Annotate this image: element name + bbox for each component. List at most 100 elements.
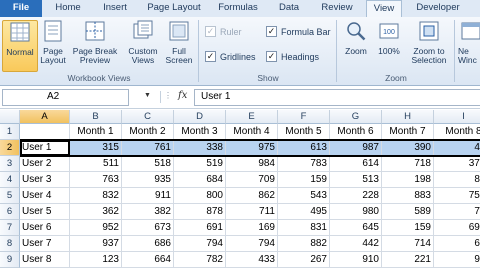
value-cell[interactable]: 123	[70, 252, 122, 268]
value-cell[interactable]: 987	[330, 140, 382, 156]
value-cell[interactable]: 975	[226, 140, 278, 156]
value-cell[interactable]: 911	[122, 188, 174, 204]
value-cell[interactable]: 3737	[434, 156, 480, 172]
tab-review[interactable]: Review	[314, 0, 360, 17]
value-cell[interactable]: 433	[226, 252, 278, 268]
value-cell[interactable]: 382	[122, 204, 174, 220]
value-cell[interactable]: 984	[226, 156, 278, 172]
value-cell[interactable]: 794	[174, 236, 226, 252]
value-cell[interactable]: 645	[330, 220, 382, 236]
month-header-cell[interactable]: Month 1	[70, 124, 122, 140]
formula-bar-checkbox[interactable]: ✓ Formula Bar	[266, 26, 331, 37]
tab-formulas[interactable]: Formulas	[212, 0, 264, 17]
value-cell[interactable]: 338	[174, 140, 226, 156]
normal-view-button[interactable]: Normal	[2, 20, 38, 72]
value-cell[interactable]: 513	[330, 172, 382, 188]
formula-input[interactable]: User 1	[194, 89, 480, 106]
tab-file[interactable]: File	[0, 0, 42, 17]
value-cell[interactable]: 763	[70, 172, 122, 188]
column-header-d[interactable]: D	[174, 110, 226, 124]
cell-a1[interactable]	[20, 124, 70, 140]
month-header-cell[interactable]: Month 2	[122, 124, 174, 140]
headings-checkbox[interactable]: ✓ Headings	[266, 51, 319, 62]
value-cell[interactable]: 709	[226, 172, 278, 188]
column-header-h[interactable]: H	[382, 110, 434, 124]
column-header-g[interactable]: G	[330, 110, 382, 124]
value-cell[interactable]: 362	[70, 204, 122, 220]
value-cell[interactable]: 883	[382, 188, 434, 204]
value-cell[interactable]: 267	[278, 252, 330, 268]
row-header-7[interactable]: 7	[0, 220, 20, 236]
value-cell[interactable]: 6924	[434, 220, 480, 236]
value-cell[interactable]: 714	[382, 236, 434, 252]
column-header-b[interactable]: B	[70, 110, 122, 124]
active-cell-user-name[interactable]: User 1	[20, 140, 70, 156]
user-name-cell[interactable]: User 6	[20, 220, 70, 236]
value-cell[interactable]: 159	[278, 172, 330, 188]
month-header-cell[interactable]: Month 3	[174, 124, 226, 140]
value-cell[interactable]: 980	[330, 204, 382, 220]
month-header-cell[interactable]: Month 5	[278, 124, 330, 140]
value-cell[interactable]: 782	[174, 252, 226, 268]
row-header-3[interactable]: 3	[0, 156, 20, 172]
column-header-e[interactable]: E	[226, 110, 278, 124]
value-cell[interactable]: 686	[122, 236, 174, 252]
name-box-dropdown-icon[interactable]: ▼	[144, 92, 151, 99]
value-cell[interactable]: 935	[122, 172, 174, 188]
value-cell[interactable]: 882	[278, 236, 330, 252]
column-header-c[interactable]: C	[122, 110, 174, 124]
value-cell[interactable]: 518	[122, 156, 174, 172]
value-cell[interactable]: 511	[70, 156, 122, 172]
value-cell[interactable]: 7545	[434, 188, 480, 204]
value-cell[interactable]: 684	[174, 172, 226, 188]
full-screen-button[interactable]: Full Screen	[162, 20, 196, 70]
value-cell[interactable]: 228	[330, 188, 382, 204]
insert-function-icon[interactable]: fx	[178, 90, 187, 101]
month-header-cell[interactable]: Month 8	[434, 124, 480, 140]
row-header-2[interactable]: 2	[0, 140, 20, 156]
user-name-cell[interactable]: User 7	[20, 236, 70, 252]
value-cell[interactable]: 794	[226, 236, 278, 252]
value-cell[interactable]: 664	[122, 252, 174, 268]
value-cell[interactable]: 832	[70, 188, 122, 204]
value-cell[interactable]: 878	[174, 204, 226, 220]
month-header-cell[interactable]: Month 7	[382, 124, 434, 140]
value-cell[interactable]: 159	[382, 220, 434, 236]
page-layout-view-button[interactable]: Page Layout	[38, 20, 68, 70]
zoom-100-button[interactable]: 100 100%	[374, 20, 404, 70]
value-cell[interactable]: 886	[434, 172, 480, 188]
value-cell[interactable]: 673	[122, 220, 174, 236]
value-cell[interactable]: 800	[174, 188, 226, 204]
column-header-i[interactable]: I	[434, 110, 480, 124]
user-name-cell[interactable]: User 8	[20, 252, 70, 268]
value-cell[interactable]: 761	[122, 140, 174, 156]
user-name-cell[interactable]: User 5	[20, 204, 70, 220]
select-all-corner[interactable]	[0, 110, 20, 124]
tab-data[interactable]: Data	[270, 0, 308, 17]
row-header-9[interactable]: 9	[0, 252, 20, 268]
row-header-8[interactable]: 8	[0, 236, 20, 252]
value-cell[interactable]: 315	[70, 140, 122, 156]
new-window-button[interactable]: Ne Winc	[458, 20, 480, 70]
gridlines-checkbox[interactable]: ✓ Gridlines	[205, 51, 256, 62]
value-cell[interactable]: 221	[382, 252, 434, 268]
value-cell[interactable]: 691	[174, 220, 226, 236]
value-cell[interactable]: 952	[70, 220, 122, 236]
value-cell[interactable]: 589	[382, 204, 434, 220]
tab-page-layout[interactable]: Page Layout	[142, 0, 206, 17]
tab-developer[interactable]: Developer	[408, 0, 468, 17]
value-cell[interactable]: 720	[434, 204, 480, 220]
value-cell[interactable]: 519	[174, 156, 226, 172]
user-name-cell[interactable]: User 3	[20, 172, 70, 188]
tab-insert[interactable]: Insert	[94, 0, 136, 17]
zoom-to-selection-button[interactable]: Zoom to Selection	[406, 20, 452, 70]
value-cell[interactable]: 442	[330, 236, 382, 252]
value-cell[interactable]: 783	[278, 156, 330, 172]
column-header-f[interactable]: F	[278, 110, 330, 124]
tab-home[interactable]: Home	[48, 0, 88, 17]
value-cell[interactable]: 711	[226, 204, 278, 220]
name-box[interactable]: A2	[2, 89, 129, 106]
user-name-cell[interactable]: User 2	[20, 156, 70, 172]
column-header-a[interactable]: A	[20, 110, 70, 124]
value-cell[interactable]: 943	[434, 252, 480, 268]
